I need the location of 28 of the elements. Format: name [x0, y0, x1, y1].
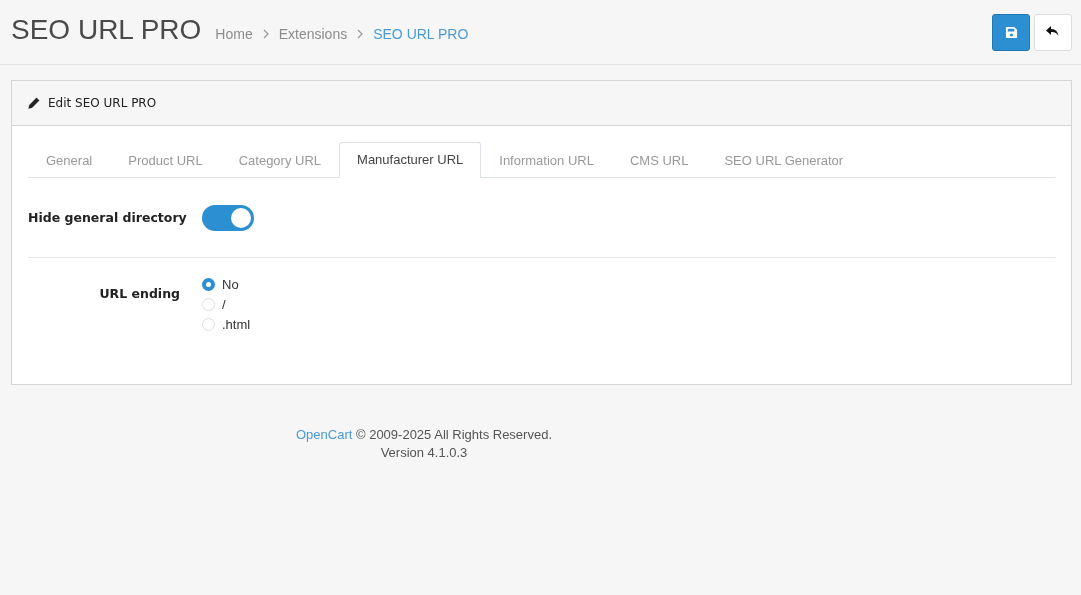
toggle-switch[interactable]: [202, 204, 254, 231]
radio-button[interactable]: [202, 277, 215, 291]
tab[interactable]: Information URL: [481, 143, 612, 178]
breadcrumb-link[interactable]: Home: [215, 26, 253, 42]
option-label: /: [222, 296, 226, 312]
save-button[interactable]: [992, 13, 1030, 51]
reply-arrow-icon: [1046, 26, 1060, 38]
breadcrumb-link[interactable]: Extensions: [278, 26, 348, 42]
option-label: .html: [222, 316, 251, 332]
page-title: SEO URL PRO: [11, 14, 202, 46]
opencart-link[interactable]: OpenCart: [296, 427, 353, 442]
tab[interactable]: CMS URL: [611, 143, 707, 178]
tab[interactable]: Product URL: [110, 143, 221, 178]
chevron-icon: [262, 29, 269, 39]
chevron-icon: [357, 29, 364, 39]
breadcrumb-link[interactable]: SEO URL PRO: [373, 26, 469, 42]
pencil-icon: [28, 97, 40, 109]
copyright-text: OpenCart © 2009-2025 All Rights Reserved.: [295, 426, 553, 444]
field-label: URL ending: [98, 285, 181, 303]
tab[interactable]: General: [28, 143, 111, 178]
tab[interactable]: SEO URL Generator: [706, 143, 862, 178]
tab[interactable]: Manufacturer URL: [339, 142, 482, 178]
back-button[interactable]: [1034, 13, 1072, 51]
panel-title: Edit SEO URL PRO: [48, 96, 157, 110]
field-label: Hide general directory: [28, 210, 188, 225]
option-label: No: [222, 276, 239, 292]
version-text: Version 4.1.0.3: [379, 444, 469, 462]
tab[interactable]: Category URL: [220, 143, 340, 178]
